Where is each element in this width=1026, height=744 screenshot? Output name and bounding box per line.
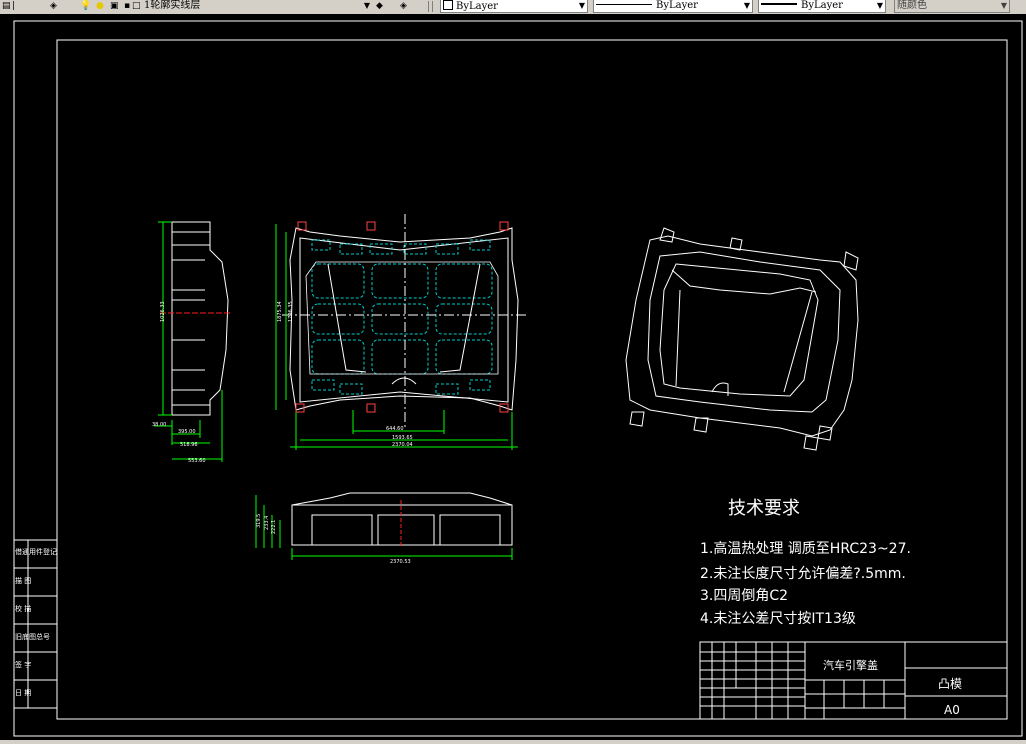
side-label: 描 图: [15, 576, 31, 585]
separator: [428, 1, 429, 12]
tech-requirement-item: 1.高温热处理 调质至HRC23~27.: [700, 540, 911, 557]
layer-manager-icon[interactable]: ▤: [2, 0, 11, 13]
side-view-dim: 395.00: [178, 429, 196, 435]
color-select[interactable]: ByLayer ▼: [440, 0, 588, 13]
sun-icon[interactable]: ●: [96, 0, 104, 13]
plan-view-dim: 1593.65: [392, 435, 413, 441]
plan-view-dim: 644.60: [386, 426, 404, 432]
tech-requirement-item: 3.四周倒角C2: [700, 588, 788, 604]
layer-previous-icon[interactable]: ◈: [400, 0, 407, 13]
side-label: 借通用件登记: [15, 547, 57, 556]
status-strip: [0, 740, 1026, 744]
front-view-dim: 319.5: [256, 514, 262, 528]
linetype-select-value: ByLayer: [656, 0, 698, 11]
drawing-frame: [13, 20, 1023, 737]
chevron-down-icon[interactable]: ▼: [364, 0, 370, 12]
front-view-dim: 2370.53: [390, 559, 411, 565]
tech-requirement-item: 4.未注公差尺寸按IT13级: [700, 611, 856, 627]
side-view-dim: 553.60: [188, 458, 206, 464]
side-label: 签 字: [15, 660, 31, 669]
lineweight-preview: [761, 3, 797, 5]
front-section-view: 2370.53 319.5 233.4 222.1: [255, 492, 513, 565]
isometric-view: [625, 227, 859, 451]
cad-toolbar: ▤ | ◈ 💡 ● ▣ ▪ □ 1轮廓实线层 ▼ ◆ ◈ ByLayer ▼ B…: [0, 0, 1026, 15]
make-layer-current-icon[interactable]: ◆: [376, 0, 383, 13]
chevron-down-icon[interactable]: ▼: [877, 0, 883, 12]
side-label: 日 期: [15, 689, 31, 697]
separator: [432, 1, 433, 12]
layer-select[interactable]: 1轮廓实线层 ▼: [142, 0, 372, 13]
tech-requirements: 技术要求 1.高温热处理 调质至HRC23~27. 2.未注长度尺寸允许偏差?.…: [700, 498, 911, 627]
plan-view-dim: 1875.34: [277, 301, 283, 322]
layer-checkbox-icon[interactable]: □: [132, 0, 141, 13]
separator: |: [12, 1, 16, 11]
tech-requirement-item: 2.未注长度尺寸允许偏差?.5mm.: [700, 566, 906, 582]
side-view-dim: 518.96: [180, 442, 198, 448]
light-bulb-icon[interactable]: 💡: [80, 0, 91, 13]
chevron-down-icon[interactable]: ▼: [744, 0, 750, 12]
plan-view-dim: 1796.35: [288, 301, 294, 322]
plan-view-dim: 2370.04: [392, 442, 413, 448]
drawing-canvas[interactable]: 借通用件登记 描 图 校 描 旧底图总号 签 字 日 期 1026.33 38.…: [0, 14, 1026, 740]
part-name: 汽车引擎盖: [823, 658, 878, 672]
tech-requirements-title: 技术要求: [728, 498, 800, 519]
side-label: 校 描: [15, 604, 31, 613]
front-view-dim: 222.1: [271, 520, 277, 534]
drawing-name: 凸模: [938, 677, 962, 691]
color-select-value: ByLayer: [456, 1, 498, 12]
side-label: 旧底图总号: [15, 632, 50, 641]
chevron-down-icon[interactable]: ▼: [579, 0, 585, 12]
lineweight-select[interactable]: ByLayer ▼: [758, 0, 886, 13]
lineweight-select-value: ByLayer: [801, 0, 843, 11]
front-view-dim: 233.4: [264, 516, 270, 530]
plan-view: 1875.34 1796.35 644.60 1593.65 2370.04: [275, 214, 528, 450]
color-swatch-icon[interactable]: ▪: [124, 0, 130, 13]
plotstyle-select[interactable]: 随颜色 ▼: [894, 0, 1010, 13]
drawing-svg[interactable]: 借通用件登记 描 图 校 描 旧底图总号 签 字 日 期 1026.33 38.…: [0, 14, 1026, 740]
linetype-select[interactable]: ByLayer ▼: [593, 0, 753, 13]
side-view-dim: 1026.33: [160, 301, 166, 322]
plotstyle-select-value: 随颜色: [897, 0, 927, 11]
side-labels: 借通用件登记 描 图 校 描 旧底图总号 签 字 日 期: [15, 547, 57, 697]
layers-icon[interactable]: ◈: [50, 0, 57, 13]
side-view: 1026.33 38.00 395.00 518.96 553.60: [152, 221, 230, 464]
side-view-dim: 38.00: [152, 422, 166, 428]
layer-select-value: 1轮廓实线层: [144, 0, 201, 11]
lock-icon[interactable]: ▣: [110, 0, 119, 13]
chevron-down-icon[interactable]: ▼: [1001, 0, 1007, 12]
linetype-preview: [596, 4, 652, 5]
color-swatch: [443, 0, 453, 10]
size-code: A0: [944, 703, 960, 717]
